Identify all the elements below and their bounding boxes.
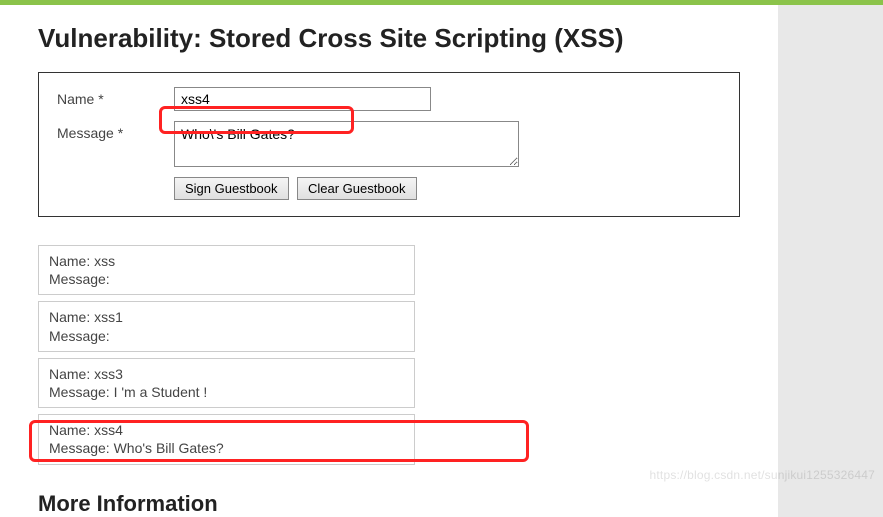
entry-name-label: Name: — [49, 309, 90, 325]
guestbook-entry: Name: xss3 Message: I 'm a Student ! — [38, 358, 415, 408]
entry-name-value: xss — [94, 253, 115, 269]
main-panel: Vulnerability: Stored Cross Site Scripti… — [0, 5, 778, 517]
entry-name-value: xss3 — [94, 366, 123, 382]
clear-guestbook-button[interactable]: Clear Guestbook — [297, 177, 417, 200]
entry-name-value: xss4 — [94, 422, 123, 438]
entry-message-value: Who's Bill Gates? — [114, 440, 224, 456]
entry-name-label: Name: — [49, 366, 90, 382]
page-title: Vulnerability: Stored Cross Site Scripti… — [38, 23, 778, 54]
message-input[interactable] — [174, 121, 519, 167]
entry-name-label: Name: — [49, 253, 90, 269]
guestbook-entry: Name: xss4 Message: Who's Bill Gates? — [38, 414, 415, 464]
entry-message-label: Message: — [49, 384, 110, 400]
name-row: Name * — [57, 87, 721, 111]
entry-message-label: Message: — [49, 271, 110, 287]
guestbook-entry: Name: xss1 Message: — [38, 301, 415, 351]
entry-message-value: I 'm a Student ! — [114, 384, 208, 400]
entry-message-label: Message: — [49, 328, 110, 344]
name-input[interactable] — [174, 87, 431, 111]
watermark: https://blog.csdn.net/sunjikui1255326447 — [650, 468, 876, 482]
sign-guestbook-button[interactable]: Sign Guestbook — [174, 177, 289, 200]
message-label: Message * — [57, 121, 174, 141]
message-row: Message * — [57, 121, 721, 167]
name-label: Name * — [57, 87, 174, 107]
guestbook-entries: Name: xss Message: Name: xss1 Message: N… — [38, 245, 740, 465]
entry-message-label: Message: — [49, 440, 110, 456]
button-row: Sign Guestbook Clear Guestbook — [174, 177, 721, 200]
more-information-heading: More Information — [38, 491, 778, 517]
guestbook-form: Name * Message * Sign Guestbook Clear Gu… — [38, 72, 740, 217]
entry-name-label: Name: — [49, 422, 90, 438]
guestbook-entry: Name: xss Message: — [38, 245, 415, 295]
entry-name-value: xss1 — [94, 309, 123, 325]
